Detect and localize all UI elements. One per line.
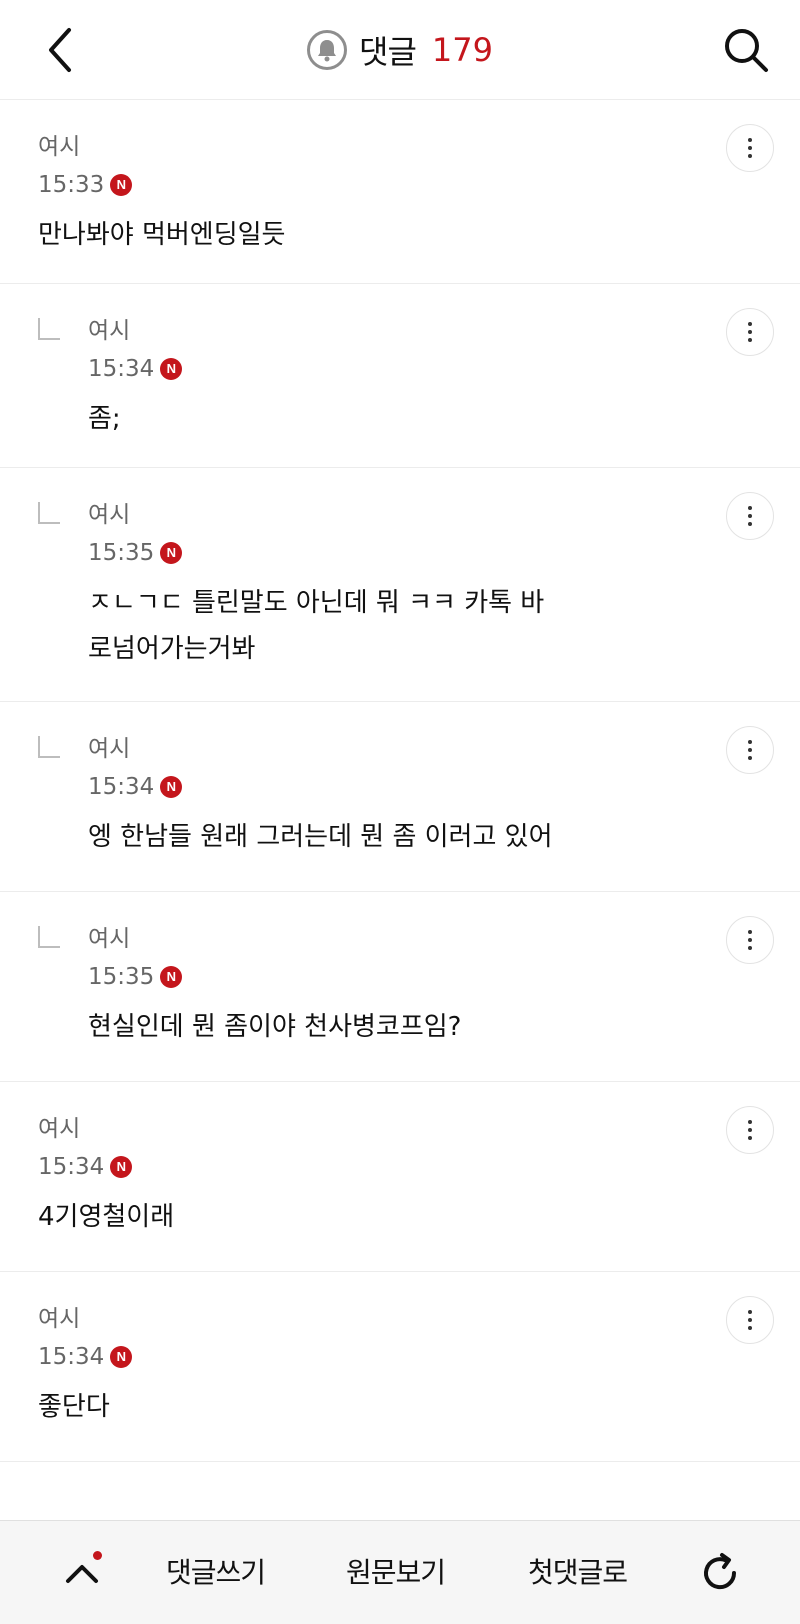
page-title: 댓글 179 (0, 0, 800, 100)
comment-author: 여시 (38, 1306, 81, 1332)
more-vertical-icon (748, 138, 752, 142)
chevron-up-icon (66, 1565, 98, 1583)
new-badge: N (110, 174, 133, 196)
comment-time: 15:35 (88, 540, 155, 566)
first-comment-button[interactable]: 첫댓글로 (528, 1551, 628, 1591)
comment-text: ㅈㄴㄱㄷ 틀린말도 아닌데 뭐 ㅋㅋ 카톡 바로넘어가는거봐 (88, 588, 545, 664)
new-badge: N (160, 358, 183, 380)
comment-author: 여시 (88, 318, 131, 344)
comment-meta: 15:34 N (88, 354, 700, 384)
more-options-button[interactable] (726, 1296, 774, 1344)
bottom-toolbar: 댓글쓰기 원문보기 첫댓글로 (0, 1520, 800, 1624)
comment-meta: 15:34 N (88, 772, 700, 802)
top-bar: 댓글 179 (0, 0, 800, 100)
refresh-icon (704, 1553, 737, 1590)
notification-dot (93, 1551, 102, 1560)
more-options-button[interactable] (726, 1106, 774, 1154)
reply-arrow-icon (38, 736, 60, 758)
write-comment-button[interactable]: 댓글쓰기 (166, 1551, 266, 1591)
reply-item: 여시 15:35 N ㅈㄴㄱㄷ 틀린말도 아닌데 뭐 ㅋㅋ 카톡 바로넘어가는거… (0, 468, 800, 702)
comment-time: 15:35 (88, 964, 155, 990)
notification-toggle[interactable] (307, 30, 348, 70)
comment-author: 여시 (38, 134, 81, 160)
more-options-button[interactable] (726, 308, 774, 356)
comment-author: 여시 (88, 502, 131, 528)
reply-arrow-icon (38, 926, 60, 948)
comment-time: 15:34 (38, 1344, 105, 1370)
refresh-button[interactable] (690, 1543, 750, 1603)
comment-time: 15:34 (88, 356, 155, 382)
new-badge: N (160, 966, 183, 988)
more-options-button[interactable] (726, 916, 774, 964)
comment-meta: 15:35 N (88, 962, 700, 992)
comment-author: 여시 (38, 1116, 81, 1142)
comment-time: 15:34 (38, 1154, 105, 1180)
more-vertical-icon (748, 1310, 752, 1314)
comment-item: 여시 15:34 N 좋단다 (0, 1272, 800, 1462)
more-options-button[interactable] (726, 124, 774, 172)
search-icon (725, 29, 768, 72)
reply-arrow-icon (38, 502, 60, 524)
more-options-button[interactable] (726, 492, 774, 540)
comment-text: 엥 한남들 원래 그러는데 뭔 좀 이러고 있어 (88, 822, 553, 852)
new-badge: N (110, 1346, 133, 1368)
scroll-top-button[interactable] (52, 1543, 112, 1603)
reply-item: 여시 15:34 N 엥 한남들 원래 그러는데 뭔 좀 이러고 있어 (0, 702, 800, 892)
new-badge: N (160, 776, 183, 798)
comment-meta: 15:35 N (88, 538, 700, 568)
more-vertical-icon (748, 506, 752, 510)
comment-item: 여시 15:34 N 4기영철이래 (0, 1082, 800, 1272)
more-vertical-icon (748, 1120, 752, 1124)
comment-text: 좋단다 (38, 1392, 110, 1422)
comment-time: 15:34 (88, 774, 155, 800)
more-vertical-icon (748, 740, 752, 744)
reply-item: 여시 15:34 N 좀; (0, 284, 800, 468)
view-original-button[interactable]: 원문보기 (346, 1551, 446, 1591)
comment-time: 15:33 (38, 172, 105, 198)
comment-text: 현실인데 뭔 좀이야 천사병코프임? (88, 1012, 462, 1042)
comment-author: 여시 (88, 926, 131, 952)
new-badge: N (160, 542, 183, 564)
reply-arrow-icon (38, 318, 60, 340)
title-label: 댓글 (359, 33, 417, 71)
more-vertical-icon (748, 930, 752, 934)
new-badge: N (110, 1156, 133, 1178)
more-vertical-icon (748, 322, 752, 326)
comment-text: 좀; (88, 404, 121, 434)
comment-author: 여시 (88, 736, 131, 762)
comment-meta: 15:34 N (38, 1342, 700, 1372)
comment-count: 179 (431, 31, 493, 69)
comment-meta: 15:33 N (38, 170, 700, 200)
more-options-button[interactable] (726, 726, 774, 774)
comment-meta: 15:34 N (38, 1152, 700, 1182)
reply-item: 여시 15:35 N 현실인데 뭔 좀이야 천사병코프임? (0, 892, 800, 1082)
comment-item: 여시 15:33 N 만나봐야 먹버엔딩일듯 (0, 100, 800, 284)
comment-text: 만나봐야 먹버엔딩일듯 (38, 220, 286, 250)
comment-list: 여시 15:33 N 만나봐야 먹버엔딩일듯 여시 15:34 N 좀; 여시 … (0, 100, 800, 1462)
bell-icon (318, 40, 337, 62)
comment-text: 4기영철이래 (38, 1202, 175, 1232)
search-button[interactable] (714, 18, 778, 82)
